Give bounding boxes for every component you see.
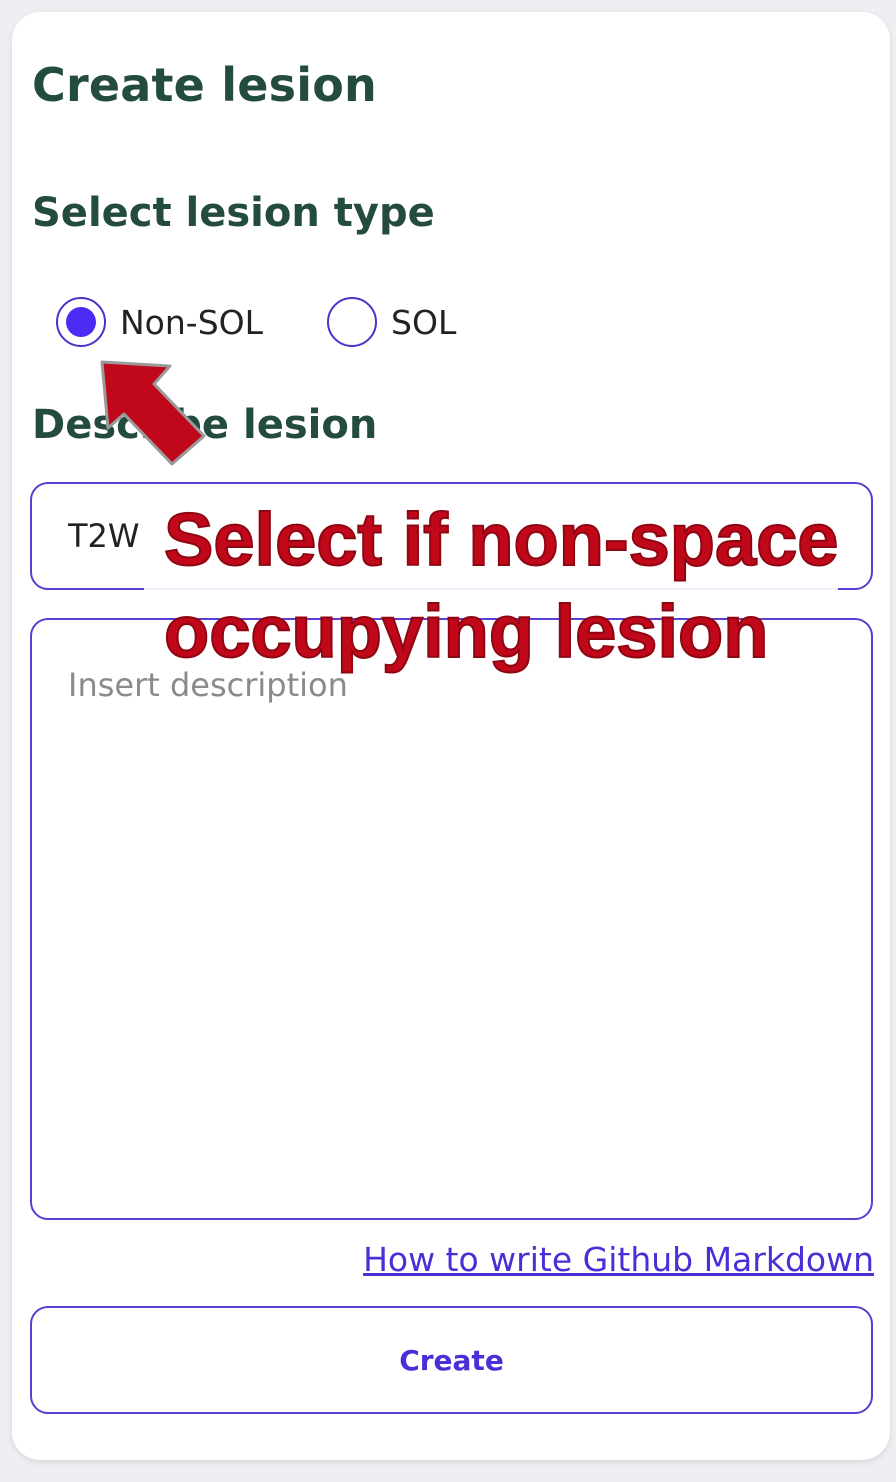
- radio-non-sol-circle[interactable]: [56, 297, 106, 347]
- lesion-type-radio-group: Non-SOL SOL: [56, 294, 456, 350]
- description-textarea[interactable]: [30, 618, 873, 1220]
- create-button[interactable]: Create: [30, 1306, 873, 1414]
- lesion-type-heading: Select lesion type: [32, 190, 435, 236]
- tutorial-arrow-icon: [100, 360, 206, 466]
- callout-line-1: Select if non-space: [163, 497, 839, 582]
- radio-sol-circle[interactable]: [327, 297, 378, 347]
- radio-non-sol-label: Non-SOL: [120, 302, 264, 342]
- tutorial-callout-text: Select if non-space occupying lesion: [163, 494, 864, 678]
- radio-sol-label: SOL: [391, 302, 457, 342]
- page-title: Create lesion: [32, 58, 377, 112]
- radio-selected-dot: [66, 307, 96, 337]
- radio-non-sol[interactable]: Non-SOL: [56, 297, 263, 347]
- callout-line-2: occupying lesion: [163, 589, 769, 674]
- radio-sol[interactable]: SOL: [327, 297, 456, 347]
- markdown-help-link[interactable]: How to write Github Markdown: [363, 1240, 874, 1279]
